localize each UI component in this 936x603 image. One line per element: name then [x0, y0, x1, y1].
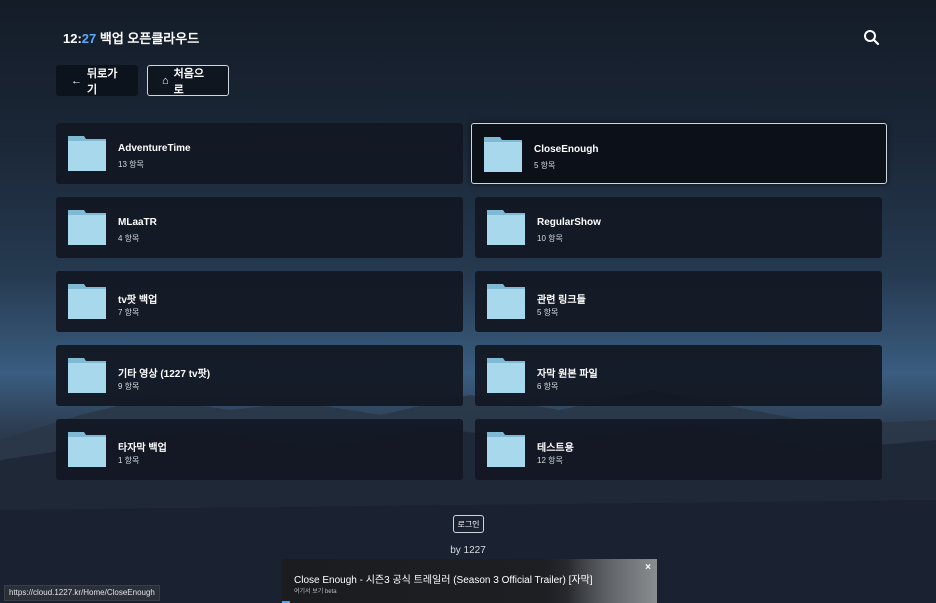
folder-card[interactable]: RegularShow 10 항목 [475, 197, 882, 258]
folder-icon [487, 210, 525, 245]
folder-card[interactable]: CloseEnough 5 항목 [471, 123, 887, 184]
home-button[interactable]: ⌂ 처음으로 [147, 65, 229, 96]
search-button[interactable] [862, 28, 882, 48]
navigation-bar: ← 뒤로가기 ⌂ 처음으로 [56, 65, 229, 96]
video-subtitle[interactable]: 여기서 보기 beta [294, 586, 337, 595]
folder-icon [68, 136, 106, 171]
arrow-left-icon: ← [71, 74, 82, 87]
back-button-label: 뒤로가기 [87, 67, 118, 96]
folder-card[interactable]: 기타 영상 (1227 tv팟) 9 항목 [56, 345, 463, 406]
folder-item-count: 1 항목 [118, 456, 140, 465]
back-button[interactable]: ← 뒤로가기 [56, 65, 138, 96]
folder-icon [487, 358, 525, 393]
folder-name: RegularShow [537, 217, 601, 228]
folder-icon [68, 210, 106, 245]
folder-name: AdventureTime [118, 143, 191, 154]
status-bar-url: https://cloud.1227.kr/Home/CloseEnough [4, 585, 160, 601]
home-icon: ⌂ [162, 74, 169, 87]
home-button-label: 처음으로 [173, 67, 205, 96]
folder-icon [484, 137, 522, 172]
folder-icon [487, 432, 525, 467]
folder-card[interactable]: 테스트용 12 항목 [475, 419, 882, 480]
folder-item-count: 13 항목 [118, 160, 144, 169]
folder-card[interactable]: tv팟 백업 7 항목 [56, 271, 463, 332]
app-title: 백업 오픈클라우드 [96, 31, 200, 46]
video-title: Close Enough - 시즌3 공식 트레일러 (Season 3 Off… [294, 575, 593, 586]
folder-name: 기타 영상 (1227 tv팟) [118, 369, 211, 380]
folder-icon [68, 432, 106, 467]
folder-item-count: 9 항목 [118, 382, 140, 391]
close-icon[interactable]: × [645, 562, 651, 573]
folder-name: tv팟 백업 [118, 295, 158, 306]
footer-byline: by 1227 [450, 545, 486, 556]
folder-name: CloseEnough [534, 144, 599, 155]
folder-card[interactable]: 자막 원본 파일 6 항목 [475, 345, 882, 406]
folder-card[interactable]: MLaaTR 4 항목 [56, 197, 463, 258]
search-icon [864, 30, 880, 46]
folder-name: MLaaTR [118, 217, 157, 228]
folder-name: 관련 링크들 [537, 295, 586, 306]
folder-item-count: 4 항목 [118, 234, 140, 243]
folder-icon [68, 358, 106, 393]
login-button[interactable]: 로그인 [453, 515, 484, 533]
folder-name: 테스트용 [537, 443, 574, 454]
folder-item-count: 12 항목 [537, 456, 563, 465]
folder-item-count: 7 항목 [118, 308, 140, 317]
video-preview-popup[interactable]: Close Enough - 시즌3 공식 트레일러 (Season 3 Off… [282, 559, 657, 603]
folder-card[interactable]: AdventureTime 13 항목 [56, 123, 463, 184]
folder-icon [68, 284, 106, 319]
folder-item-count: 6 항목 [537, 382, 559, 391]
folder-item-count: 5 항목 [537, 308, 559, 317]
folder-card[interactable]: 타자막 백업 1 항목 [56, 419, 463, 480]
folder-item-count: 10 항목 [537, 234, 563, 243]
folder-icon [487, 284, 525, 319]
page-title: 12:27 백업 오픈클라우드 [63, 28, 199, 47]
folder-card[interactable]: 관련 링크들 5 항목 [475, 271, 882, 332]
clock-hour: 12: [63, 31, 82, 46]
folder-item-count: 5 항목 [534, 161, 556, 170]
folder-name: 자막 원본 파일 [537, 369, 598, 380]
folder-name: 타자막 백업 [118, 443, 167, 454]
clock-minute: 27 [81, 31, 97, 46]
